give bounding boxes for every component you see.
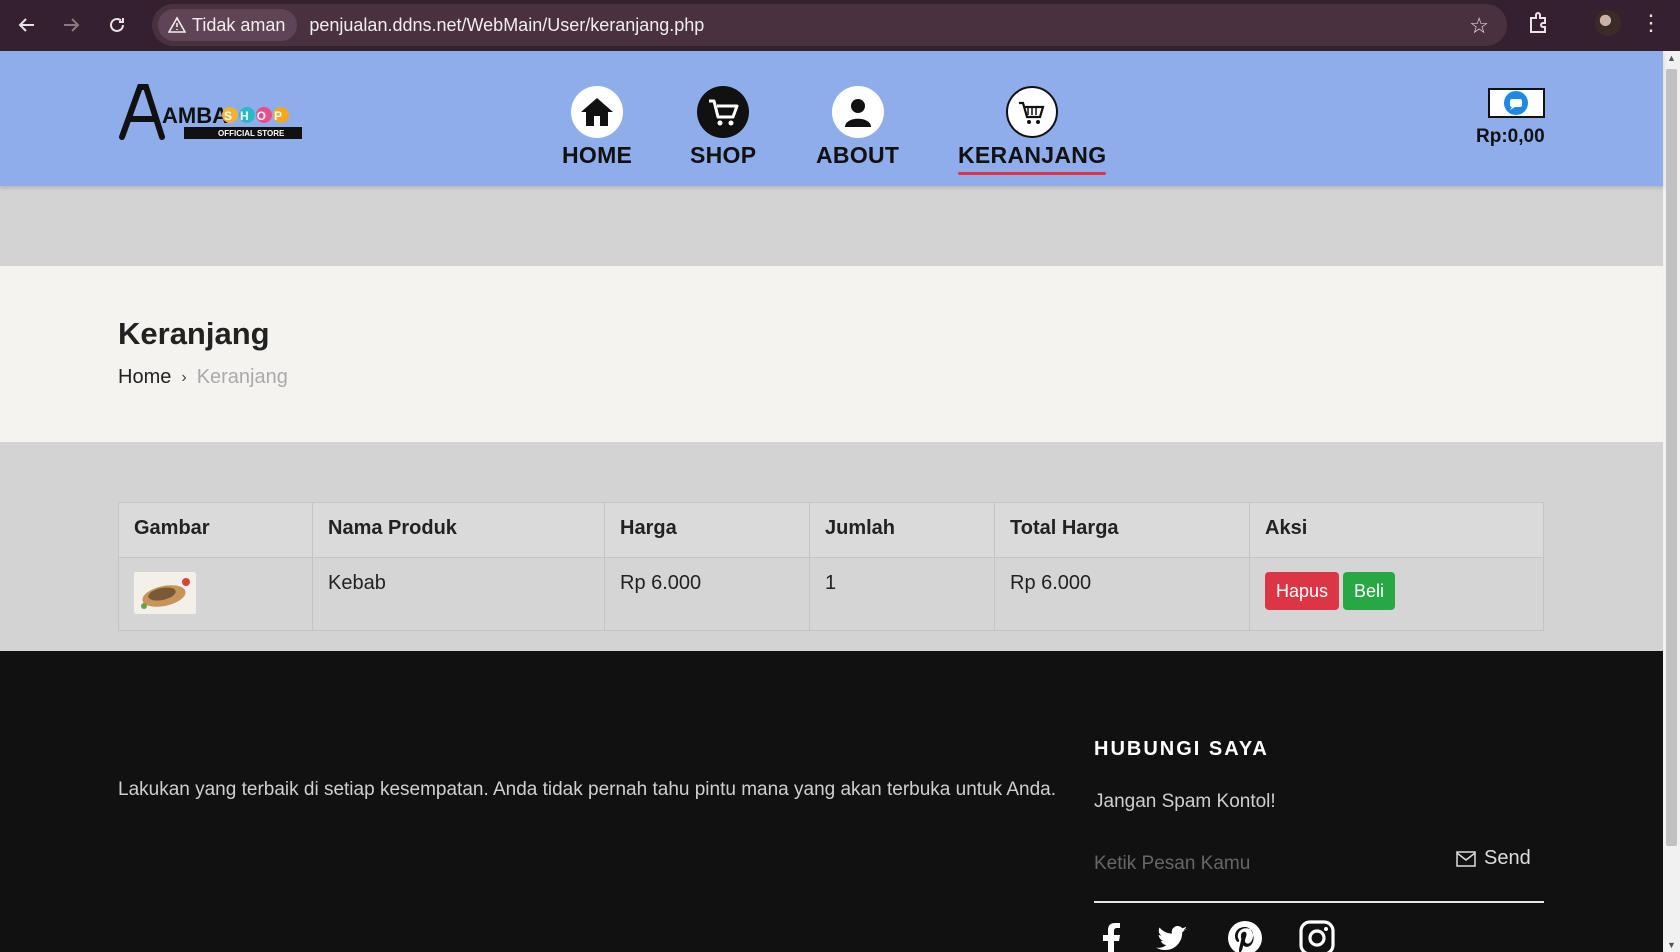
send-label: Send <box>1484 847 1531 869</box>
forward-icon[interactable] <box>56 10 86 40</box>
svg-text:AMBA: AMBA <box>162 103 228 128</box>
svg-text:SHOP: SHOP <box>224 109 290 123</box>
nav-keranjang[interactable]: KERANJANG <box>958 86 1107 175</box>
profile-avatar[interactable] <box>1595 10 1621 36</box>
browser-menu-icon[interactable]: ⋮ <box>1640 8 1662 38</box>
warning-icon <box>168 16 186 33</box>
breadcrumb-current: Keranjang <box>196 366 288 388</box>
reload-icon[interactable] <box>102 10 132 40</box>
home-icon <box>571 86 624 138</box>
product-qty-cell: 1 <box>809 557 995 631</box>
column-header-harga: Harga <box>604 502 810 558</box>
nav-keranjang-label: KERANJANG <box>958 142 1107 168</box>
delete-button[interactable]: Hapus <box>1265 572 1340 610</box>
cart-widget[interactable]: Rp:0,00 <box>1476 88 1545 148</box>
chat-bubble-icon <box>1504 91 1529 115</box>
security-indicator[interactable]: Tidak aman <box>158 9 298 41</box>
table-header-row: Gambar Nama Produk Harga Jumlah Total Ha… <box>118 502 1544 558</box>
product-name-cell: Kebab <box>312 557 605 631</box>
cart-badge[interactable] <box>1487 88 1545 118</box>
breadcrumb: Home › Keranjang <box>118 366 288 389</box>
cart-total: Rp:0,00 <box>1476 126 1545 147</box>
nav-shop-label: SHOP <box>690 142 757 168</box>
message-input[interactable] <box>1094 846 1434 882</box>
column-header-aksi: Aksi <box>1249 502 1544 558</box>
back-icon[interactable] <box>12 10 42 40</box>
product-image-kebab <box>134 572 196 614</box>
message-input-underline <box>1094 901 1544 903</box>
basket-icon <box>1006 86 1059 138</box>
instagram-icon[interactable] <box>1298 919 1336 952</box>
chevron-right-icon: › <box>181 368 187 386</box>
product-actions-cell: Hapus Beli <box>1249 557 1544 631</box>
column-header-total-harga: Total Harga <box>994 502 1250 558</box>
column-header-gambar: Gambar <box>118 502 313 558</box>
address-bar[interactable]: Tidak aman penjualan.ddns.net/WebMain/Us… <box>152 4 1507 46</box>
security-label: Tidak aman <box>192 14 286 35</box>
breadcrumb-home-link[interactable]: Home <box>118 366 171 389</box>
footer-tagline: Lakukan yang terbaik di setiap kesempata… <box>118 779 1056 800</box>
contact-note: Jangan Spam Kontol! <box>1094 791 1276 812</box>
bookmark-star-icon[interactable]: ☆ <box>1469 13 1489 39</box>
scroll-down-icon[interactable]: ▼ <box>1667 940 1676 950</box>
svg-text:OFFICIAL STORE: OFFICIAL STORE <box>218 129 285 138</box>
url-text[interactable]: penjualan.ddns.net/WebMain/User/keranjan… <box>309 15 704 36</box>
scroll-thumb[interactable] <box>1666 69 1677 846</box>
product-image-cell <box>118 557 313 631</box>
nav-home[interactable]: HOME <box>562 86 632 169</box>
column-header-nama-produk: Nama Produk <box>312 502 605 558</box>
extensions-icon[interactable] <box>1526 10 1556 40</box>
cart-icon <box>697 86 750 138</box>
nav-shop[interactable]: SHOP <box>690 86 756 169</box>
contact-heading: HUBUNGI SAYA <box>1094 738 1269 760</box>
amba-shop-logo[interactable]: AMBA SHOP OFFICIAL STORE <box>118 81 308 151</box>
envelope-icon <box>1456 850 1476 867</box>
user-icon <box>831 86 884 138</box>
product-price-cell: Rp 6.000 <box>604 557 810 631</box>
nav-home-label: HOME <box>562 142 633 168</box>
page-scrollbar[interactable]: ▲ ▼ <box>1663 51 1680 952</box>
pinterest-icon[interactable] <box>1226 919 1264 952</box>
nav-about[interactable]: ABOUT <box>816 86 899 169</box>
browser-toolbar: Tidak aman penjualan.ddns.net/WebMain/Us… <box>0 0 1680 51</box>
site-header: AMBA SHOP OFFICIAL STORE HOME SHOP ABOUT <box>0 51 1663 186</box>
facebook-icon[interactable] <box>1092 919 1130 952</box>
column-header-jumlah: Jumlah <box>809 502 995 558</box>
twitter-icon[interactable] <box>1152 919 1190 952</box>
nav-about-label: ABOUT <box>816 142 900 168</box>
active-nav-underline <box>958 172 1107 175</box>
site-footer: Lakukan yang terbaik di setiap kesempata… <box>0 651 1663 952</box>
send-button[interactable]: Send <box>1456 847 1531 870</box>
buy-button[interactable]: Beli <box>1343 572 1396 610</box>
page-title-section: Keranjang Home › Keranjang <box>0 266 1663 442</box>
table-row: Kebab Rp 6.000 1 Rp 6.000 Hapus Beli <box>118 557 1544 631</box>
page-title: Keranjang <box>118 316 270 351</box>
scroll-up-icon[interactable]: ▲ <box>1667 53 1676 63</box>
product-total-cell: Rp 6.000 <box>994 557 1250 631</box>
cart-table: Gambar Nama Produk Harga Jumlah Total Ha… <box>118 502 1544 631</box>
